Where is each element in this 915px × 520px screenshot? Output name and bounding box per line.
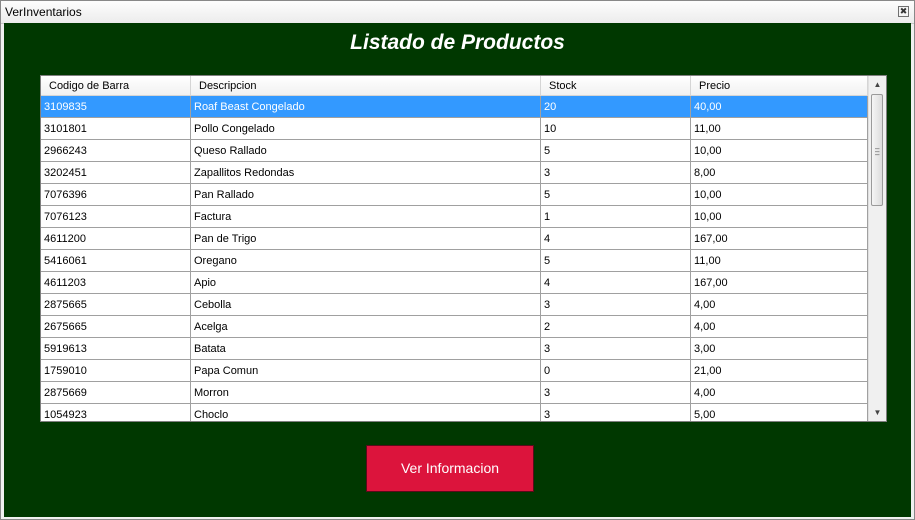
vertical-scrollbar[interactable]: ▲ – – – ▼ — [868, 76, 886, 421]
cell-price[interactable]: 3,00 — [691, 338, 868, 360]
cell-price[interactable]: 40,00 — [691, 96, 868, 118]
cell-barcode[interactable]: 5416061 — [41, 250, 191, 272]
scroll-thumb[interactable]: – – – — [871, 94, 883, 206]
table-row[interactable]: 2675665 Acelga 2 4,00 — [41, 316, 886, 338]
page-title: Listado de Productos — [350, 31, 565, 54]
cell-stock[interactable]: 3 — [541, 404, 691, 421]
table-row[interactable]: 4611200 Pan de Trigo 4 167,00 — [41, 228, 886, 250]
scroll-up-arrow-icon[interactable]: ▲ — [869, 76, 886, 93]
cell-barcode[interactable]: 4611200 — [41, 228, 191, 250]
cell-description[interactable]: Papa Comun — [191, 360, 541, 382]
column-header-stock[interactable]: Stock — [541, 76, 691, 95]
column-header-description[interactable]: Descripcion — [191, 76, 541, 95]
cell-barcode[interactable]: 2675665 — [41, 316, 191, 338]
cell-barcode[interactable]: 3109835 — [41, 96, 191, 118]
table-row[interactable]: 3109835 Roaf Beast Congelado 20 40,00 — [41, 96, 886, 118]
grid-header: Codigo de Barra Descripcion Stock Precio — [41, 76, 886, 96]
close-button[interactable]: ✖ — [898, 6, 909, 17]
cell-description[interactable]: Oregano — [191, 250, 541, 272]
cell-barcode[interactable]: 4611203 — [41, 272, 191, 294]
cell-description[interactable]: Queso Rallado — [191, 140, 541, 162]
cell-barcode[interactable]: 3101801 — [41, 118, 191, 140]
cell-barcode[interactable]: 5919613 — [41, 338, 191, 360]
cell-price[interactable]: 4,00 — [691, 382, 868, 404]
cell-barcode[interactable]: 2966243 — [41, 140, 191, 162]
grip-icon: – – – — [875, 144, 880, 159]
cell-description[interactable]: Pan de Trigo — [191, 228, 541, 250]
cell-stock[interactable]: 20 — [541, 96, 691, 118]
grid-rows: 3109835 Roaf Beast Congelado 20 40,00 310180… — [41, 96, 886, 421]
cell-description[interactable]: Morron — [191, 382, 541, 404]
cell-barcode[interactable]: 2875665 — [41, 294, 191, 316]
column-header-barcode[interactable]: Codigo de Barra — [41, 76, 191, 95]
cell-price[interactable]: 11,00 — [691, 118, 868, 140]
column-header-price[interactable]: Precio — [691, 76, 868, 95]
table-row[interactable]: 1054923 Choclo 3 5,00 — [41, 404, 886, 421]
cell-stock[interactable]: 3 — [541, 294, 691, 316]
cell-description[interactable]: Pan Rallado — [191, 184, 541, 206]
table-row[interactable]: 2966243 Queso Rallado 5 10,00 — [41, 140, 886, 162]
cell-stock[interactable]: 10 — [541, 118, 691, 140]
table-row[interactable]: 5416061 Oregano 5 11,00 — [41, 250, 886, 272]
cell-description[interactable]: Roaf Beast Congelado — [191, 96, 541, 118]
cell-barcode[interactable]: 7076123 — [41, 206, 191, 228]
ver-informacion-button[interactable]: Ver Informacion — [366, 445, 534, 492]
table-row[interactable]: 3101801 Pollo Congelado 10 11,00 — [41, 118, 886, 140]
window-title: VerInventarios — [5, 5, 82, 19]
cell-barcode[interactable]: 1054923 — [41, 404, 191, 421]
table-row[interactable]: 3202451 Zapallitos Redondas 3 8,00 — [41, 162, 886, 184]
cell-barcode[interactable]: 1759010 — [41, 360, 191, 382]
cell-price[interactable]: 167,00 — [691, 228, 868, 250]
cell-price[interactable]: 4,00 — [691, 316, 868, 338]
cell-stock[interactable]: 5 — [541, 140, 691, 162]
cell-description[interactable]: Choclo — [191, 404, 541, 421]
cell-description[interactable]: Batata — [191, 338, 541, 360]
form-client-area: Listado de Productos Codigo de Barra Des… — [4, 23, 911, 517]
cell-price[interactable]: 10,00 — [691, 184, 868, 206]
cell-stock[interactable]: 5 — [541, 184, 691, 206]
cell-barcode[interactable]: 7076396 — [41, 184, 191, 206]
cell-price[interactable]: 10,00 — [691, 206, 868, 228]
cell-barcode[interactable]: 3202451 — [41, 162, 191, 184]
cell-stock[interactable]: 2 — [541, 316, 691, 338]
table-row[interactable]: 2875665 Cebolla 3 4,00 — [41, 294, 886, 316]
cell-price[interactable]: 21,00 — [691, 360, 868, 382]
table-row[interactable]: 5919613 Batata 3 3,00 — [41, 338, 886, 360]
cell-price[interactable]: 4,00 — [691, 294, 868, 316]
cell-stock[interactable]: 1 — [541, 206, 691, 228]
cell-description[interactable]: Cebolla — [191, 294, 541, 316]
cell-barcode[interactable]: 2875669 — [41, 382, 191, 404]
cell-stock[interactable]: 4 — [541, 228, 691, 250]
products-grid[interactable]: Codigo de Barra Descripcion Stock Precio… — [40, 75, 887, 422]
scroll-down-arrow-icon[interactable]: ▼ — [869, 404, 886, 421]
table-row[interactable]: 7076123 Factura 1 10,00 — [41, 206, 886, 228]
cell-stock[interactable]: 0 — [541, 360, 691, 382]
cell-stock[interactable]: 3 — [541, 382, 691, 404]
cell-stock[interactable]: 5 — [541, 250, 691, 272]
inventory-window: VerInventarios ✖ Listado de Productos Co… — [0, 0, 915, 520]
cell-price[interactable]: 10,00 — [691, 140, 868, 162]
cell-description[interactable]: Apio — [191, 272, 541, 294]
cell-price[interactable]: 5,00 — [691, 404, 868, 421]
table-row[interactable]: 4611203 Apio 4 167,00 — [41, 272, 886, 294]
cell-stock[interactable]: 4 — [541, 272, 691, 294]
cell-description[interactable]: Acelga — [191, 316, 541, 338]
cell-description[interactable]: Pollo Congelado — [191, 118, 541, 140]
title-bar: VerInventarios ✖ — [1, 1, 914, 24]
cell-description[interactable]: Zapallitos Redondas — [191, 162, 541, 184]
cell-stock[interactable]: 3 — [541, 162, 691, 184]
cell-price[interactable]: 167,00 — [691, 272, 868, 294]
cell-price[interactable]: 8,00 — [691, 162, 868, 184]
table-row[interactable]: 2875669 Morron 3 4,00 — [41, 382, 886, 404]
table-row[interactable]: 1759010 Papa Comun 0 21,00 — [41, 360, 886, 382]
cell-price[interactable]: 11,00 — [691, 250, 868, 272]
cell-stock[interactable]: 3 — [541, 338, 691, 360]
cell-description[interactable]: Factura — [191, 206, 541, 228]
table-row[interactable]: 7076396 Pan Rallado 5 10,00 — [41, 184, 886, 206]
